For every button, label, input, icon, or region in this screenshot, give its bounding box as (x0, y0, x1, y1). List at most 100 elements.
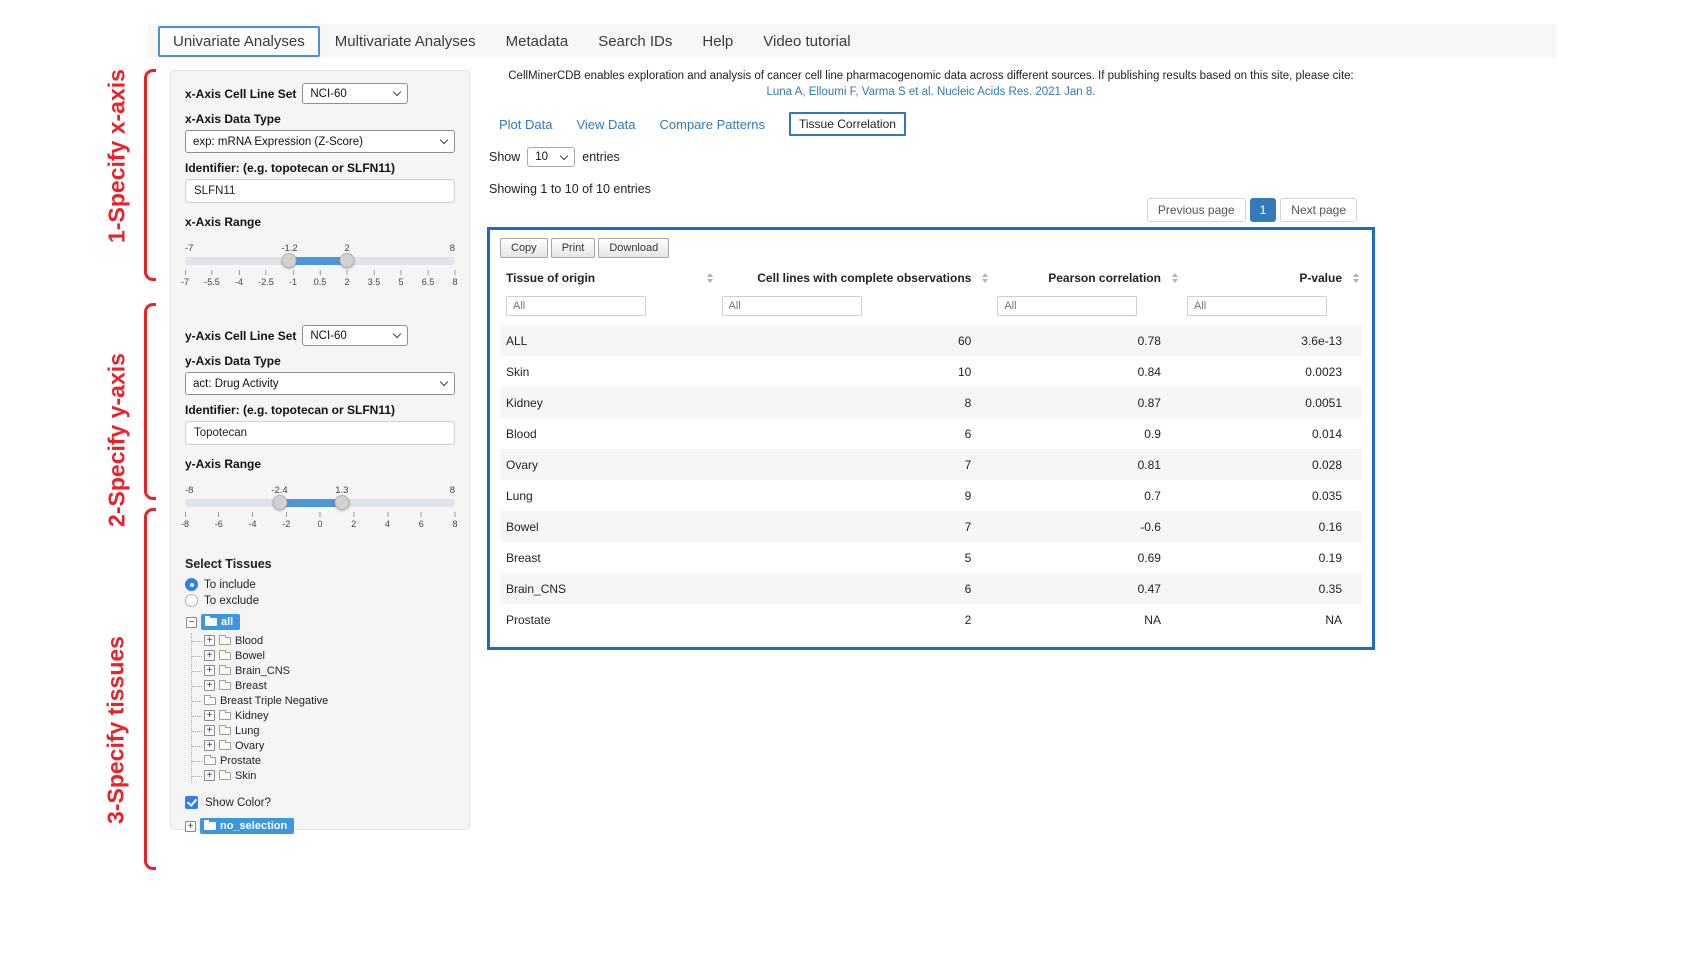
next-page-button[interactable]: Next page (1280, 198, 1357, 222)
entries-control: Show 10 entries (489, 147, 1375, 167)
expand-icon[interactable]: + (204, 650, 215, 661)
filter-pearson-input[interactable] (997, 296, 1137, 316)
filter-tissue-input[interactable] (506, 296, 646, 316)
table-export-buttons: Copy Print Download (500, 238, 1362, 258)
cell-count: 10 (716, 356, 992, 387)
column-header-label: P-value (1299, 271, 1342, 285)
cell-count: 5 (716, 542, 992, 573)
tree-node-brain-cns[interactable]: + Brain_CNS (204, 663, 455, 678)
radio-to-exclude[interactable]: To exclude (185, 594, 455, 607)
tick-label: -1 (289, 277, 297, 287)
expand-icon[interactable]: + (204, 680, 215, 691)
cell-tissue: Brain_CNS (500, 573, 716, 604)
tree-node-breast-triple-negative[interactable]: Breast Triple Negative (204, 693, 455, 708)
expand-icon[interactable]: + (204, 710, 215, 721)
tree-node-no-selection-chip[interactable]: no_selection (200, 818, 294, 834)
y-cell-line-set-value: NCI-60 (310, 330, 346, 342)
tree-node-skin[interactable]: + Skin (204, 768, 455, 783)
x-range-slider[interactable]: -7 8 -1.2 2 -7 -5.5 -4 -2.5 -1 0.5 2 3.5… (185, 243, 455, 299)
y-cell-line-set-select[interactable]: NCI-60 (302, 325, 408, 346)
filter-cell-lines-input[interactable] (722, 296, 862, 316)
tree-node-all-chip[interactable]: all (201, 614, 240, 630)
tree-node-bowel[interactable]: + Bowel (204, 648, 455, 663)
tab-search-ids[interactable]: Search IDs (583, 27, 687, 56)
y-identifier-input[interactable] (185, 421, 455, 445)
print-button[interactable]: Print (551, 238, 596, 258)
expand-icon[interactable]: + (204, 770, 215, 781)
entries-label: entries (582, 150, 620, 164)
table-row: Lung 9 0.7 0.035 (500, 480, 1362, 511)
citation-link[interactable]: Luna A, Elloumi F, Varma S et al. Nuclei… (487, 86, 1375, 98)
copy-button[interactable]: Copy (500, 238, 548, 258)
page-1-button[interactable]: 1 (1250, 198, 1277, 222)
download-button[interactable]: Download (598, 238, 669, 258)
tab-view-data[interactable]: View Data (576, 117, 635, 132)
tree-node-label: Kidney (235, 710, 269, 722)
entries-select[interactable]: 10 (527, 147, 575, 167)
folder-icon (204, 822, 216, 830)
previous-page-button[interactable]: Previous page (1147, 198, 1246, 222)
tab-help[interactable]: Help (687, 27, 748, 56)
radio-to-include[interactable]: To include (185, 578, 455, 591)
y-range-to-handle[interactable] (334, 495, 349, 510)
tree-node-all[interactable]: − all (186, 614, 455, 630)
tree-node-kidney[interactable]: + Kidney (204, 708, 455, 723)
tick-label: 6 (419, 519, 424, 529)
annotation-bracket-tissues (144, 508, 156, 870)
x-data-type-select[interactable]: exp: mRNA Expression (Z-Score) (185, 130, 455, 153)
filter-pvalue-input[interactable] (1187, 296, 1327, 316)
annotation-bracket-y-axis (144, 303, 156, 500)
y-range-from-handle[interactable] (272, 495, 287, 510)
slider-track[interactable] (185, 257, 455, 265)
main-content: CellMinerCDB enables exploration and ana… (487, 70, 1375, 650)
tree-node-blood[interactable]: + Blood (204, 633, 455, 648)
tab-video-tutorial[interactable]: Video tutorial (748, 27, 865, 56)
tree-node-ovary[interactable]: + Ovary (204, 738, 455, 753)
folder-icon (219, 712, 231, 720)
tick-label: 8 (452, 277, 457, 287)
column-header-pearson[interactable]: Pearson correlation (991, 262, 1181, 294)
y-data-type-select[interactable]: act: Drug Activity (185, 372, 455, 395)
sort-icon (707, 273, 713, 283)
annotation-bracket-x-axis (144, 69, 156, 281)
tree-node-label: Bowel (235, 650, 265, 662)
radio-label: To exclude (204, 595, 259, 607)
annotation-label-x-axis: 1-Specify x-axis (104, 69, 131, 243)
y-data-type-value: act: Drug Activity (193, 378, 279, 390)
y-range-min-value: -8 (185, 485, 193, 496)
x-range-to-handle[interactable] (340, 253, 355, 268)
tick-label: -4 (235, 277, 243, 287)
column-header-pvalue[interactable]: P-value (1181, 262, 1362, 294)
tab-plot-data[interactable]: Plot Data (499, 117, 552, 132)
tree-node-no-selection[interactable]: + no_selection (185, 818, 455, 834)
tree-node-prostate[interactable]: Prostate (204, 753, 455, 768)
slider-track[interactable] (185, 499, 455, 507)
column-header-cell-lines[interactable]: Cell lines with complete observations (716, 262, 992, 294)
table-header-row: Tissue of origin Cell lines with complet… (500, 262, 1362, 294)
tab-compare-patterns[interactable]: Compare Patterns (660, 117, 766, 132)
tab-metadata[interactable]: Metadata (491, 27, 584, 56)
cell-pearson: 0.78 (991, 325, 1181, 356)
expand-icon[interactable]: + (204, 740, 215, 751)
y-range-slider[interactable]: -8 8 -2.4 1.3 -8 -6 -4 -2 0 2 4 6 8 (185, 485, 455, 541)
tab-multivariate-analyses[interactable]: Multivariate Analyses (320, 27, 491, 56)
radio-checked-icon (185, 578, 198, 591)
collapse-icon[interactable]: − (186, 617, 197, 628)
tab-univariate-analyses[interactable]: Univariate Analyses (158, 26, 320, 57)
expand-icon[interactable]: + (204, 635, 215, 646)
tick-label: 3.5 (368, 277, 381, 287)
show-color-checkbox[interactable]: Show Color? (185, 796, 455, 809)
x-cell-line-set-select[interactable]: NCI-60 (302, 83, 408, 104)
expand-icon[interactable]: + (185, 821, 196, 832)
tree-node-label: Breast (235, 680, 267, 692)
tree-node-lung[interactable]: + Lung (204, 723, 455, 738)
x-range-from-handle[interactable] (282, 253, 297, 268)
expand-icon[interactable]: + (204, 725, 215, 736)
expand-icon[interactable]: + (204, 665, 215, 676)
tree-node-breast[interactable]: + Breast (204, 678, 455, 693)
column-header-tissue[interactable]: Tissue of origin (500, 262, 716, 294)
checkbox-checked-icon (185, 796, 198, 809)
folder-icon (219, 667, 231, 675)
x-identifier-input[interactable] (185, 179, 455, 203)
tab-tissue-correlation[interactable]: Tissue Correlation (789, 112, 906, 136)
